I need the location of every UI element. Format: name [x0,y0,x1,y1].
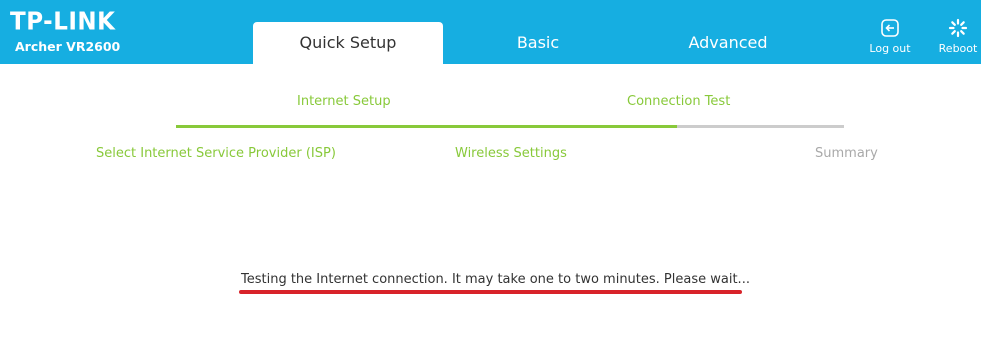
tab-advanced[interactable]: Advanced [633,22,823,64]
logout-label: Log out [869,42,911,55]
tab-quick-setup[interactable]: Quick Setup [253,22,443,64]
top-header-bar: TP-LINK Archer VR2600 Quick Setup Basic … [0,0,981,64]
model-name: Archer VR2600 [15,39,121,54]
brand-logo: TP-LINK [10,8,116,37]
step-wireless-settings: Wireless Settings [455,146,567,161]
setup-progress-track [176,125,844,128]
step-internet-setup: Internet Setup [297,94,391,109]
step-summary: Summary [815,146,878,161]
reboot-label: Reboot [938,42,978,55]
logout-button[interactable]: Log out [864,18,916,55]
tab-basic[interactable]: Basic [443,22,633,64]
reboot-button[interactable]: Reboot [932,18,981,55]
step-select-isp: Select Internet Service Provider (ISP) [96,146,336,161]
setup-progress-fill [176,125,677,128]
connection-test-status-message: Testing the Internet connection. It may … [241,272,750,287]
logout-icon [881,19,899,37]
router-quick-setup-page: TP-LINK Archer VR2600 Quick Setup Basic … [0,0,981,345]
step-connection-test: Connection Test [627,94,731,109]
reboot-icon [948,18,968,38]
red-underline-annotation [239,290,742,294]
